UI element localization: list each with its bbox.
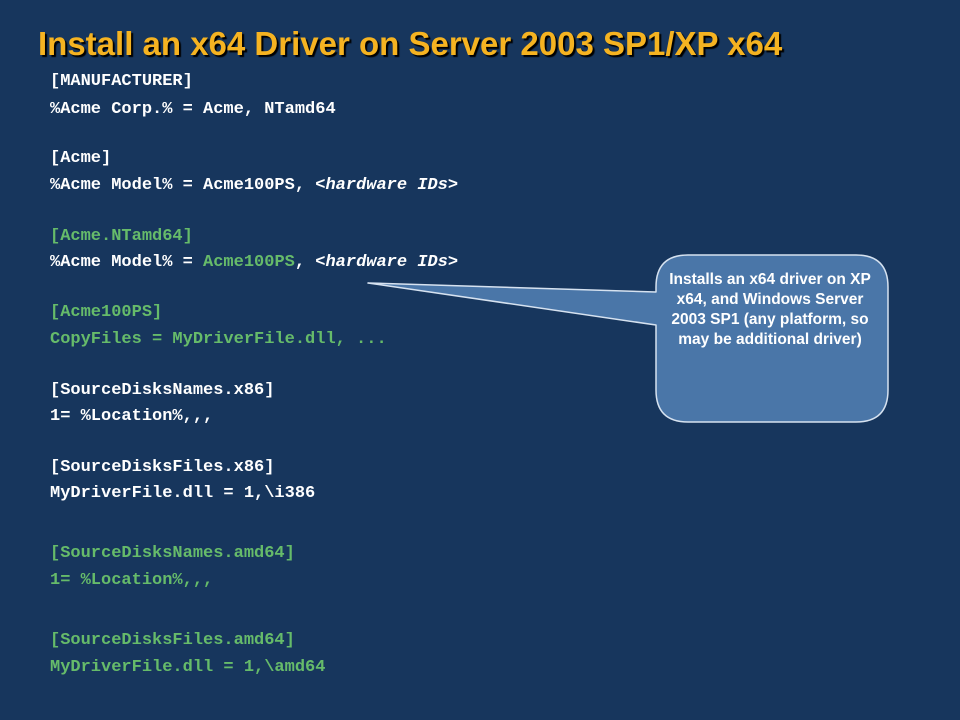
acme-ntamd64-line-hardware-ids: <hardware IDs> <box>315 253 459 272</box>
acme-ntamd64-line-separator: , <box>294 253 316 272</box>
sourcedisksfiles-amd64-header: [SourceDisksFiles.amd64] <box>50 631 295 650</box>
manufacturer-section-header: [MANUFACTURER] <box>50 72 193 91</box>
acme-ntamd64-section-header: [Acme.NTamd64] <box>50 227 193 246</box>
callout-text: Installs an x64 driver on XP x64, and Wi… <box>669 271 871 348</box>
sourcedisksnames-amd64-header: [SourceDisksNames.amd64] <box>50 544 295 563</box>
sourcedisksfiles-x86-line: MyDriverFile.dll = 1,\i386 <box>50 484 316 503</box>
acme-ntamd64-line-prefix: %Acme Model% = <box>50 253 204 272</box>
acme-ntamd64-model-line: %Acme Model% = Acme100PS, <hardware IDs> <box>50 253 458 273</box>
acme100ps-section-header: [Acme100PS] <box>50 303 163 322</box>
manufacturer-entry-line: %Acme Corp.% = Acme, NTamd64 <box>50 100 336 119</box>
sourcedisksfiles-x86-header: [SourceDisksFiles.x86] <box>50 458 275 477</box>
acme-ntamd64-line-section: Acme100PS <box>203 253 295 272</box>
acme-model-line-hardware-ids: <hardware IDs> <box>315 176 459 195</box>
acme-model-line-prefix: %Acme Model% = Acme100PS, <box>50 176 316 195</box>
acme-section-header: [Acme] <box>50 149 112 168</box>
acme-model-line: %Acme Model% = Acme100PS, <hardware IDs> <box>50 176 458 196</box>
acme100ps-copyfiles-line: CopyFiles = MyDriverFile.dll, ... <box>50 330 387 349</box>
sourcedisksnames-x86-header: [SourceDisksNames.x86] <box>50 381 275 400</box>
slide-title: Install an x64 Driver on Server 2003 SP1… <box>38 25 783 62</box>
sourcedisksnames-x86-line: 1= %Location%,,, <box>50 407 214 426</box>
sourcedisksnames-amd64-line: 1= %Location%,,, <box>50 571 214 590</box>
sourcedisksfiles-amd64-line: MyDriverFile.dll = 1,\amd64 <box>50 658 326 677</box>
